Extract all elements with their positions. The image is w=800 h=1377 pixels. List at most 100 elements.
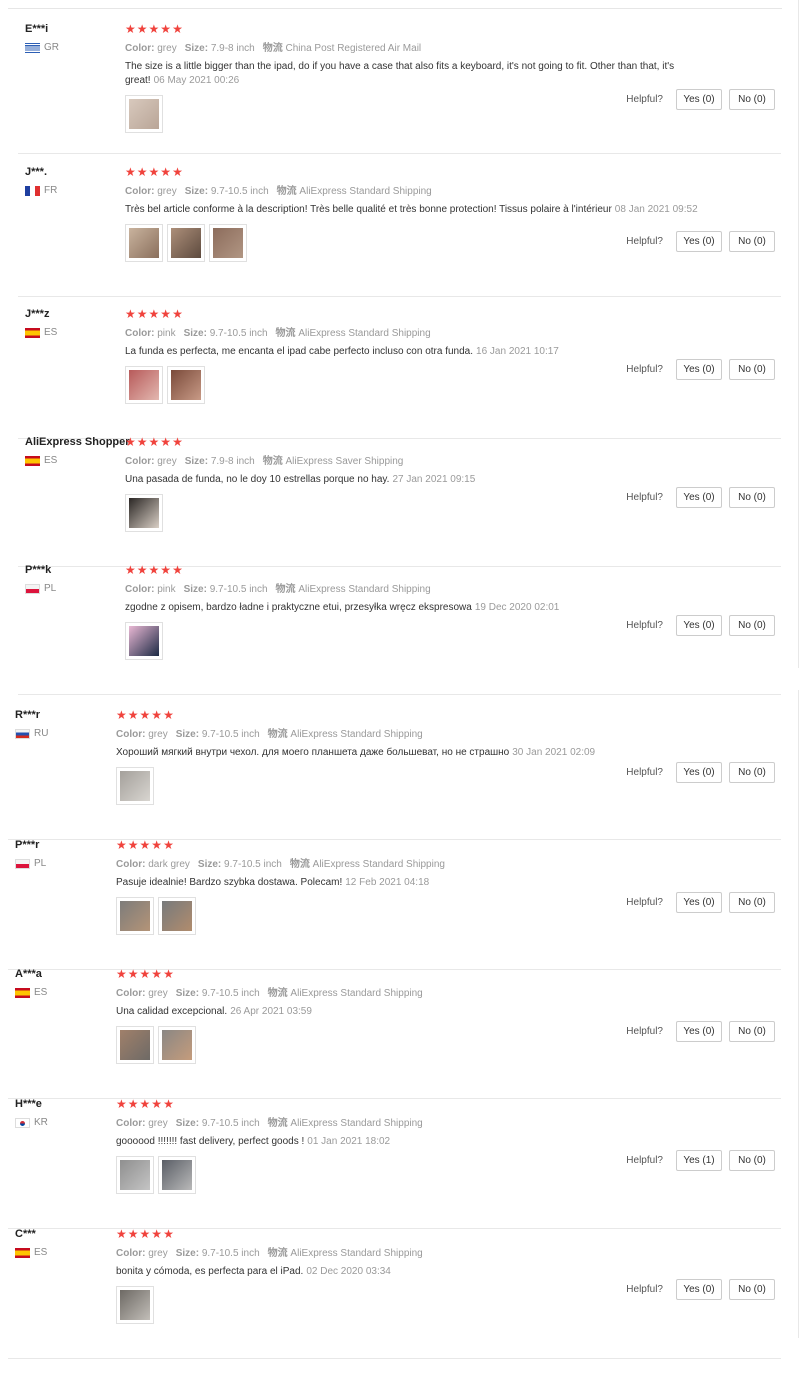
helpful-no-button[interactable]: No (0) — [729, 615, 775, 636]
review-attributes: Color: grey Size: 9.7-10.5 inch 物流 AliExpr… — [116, 987, 766, 1001]
review-text: zgodne z opisem, bardzo ładne i praktycz… — [125, 601, 700, 615]
review-photo-thumbnail[interactable] — [158, 897, 196, 935]
helpful-votes: Helpful? Yes (0) No (0) — [626, 1021, 775, 1042]
reviewer: J***. FR — [25, 165, 125, 196]
reviewer-name: R***r — [15, 709, 41, 721]
reviewer-country: RU — [15, 728, 115, 739]
review-photo-thumbnail[interactable] — [167, 224, 205, 262]
helpful-no-button[interactable]: No (0) — [729, 762, 775, 783]
color-value: grey — [148, 729, 168, 740]
star-icon: ★ — [163, 708, 175, 722]
review-photo-thumbnail[interactable] — [125, 95, 163, 133]
helpful-no-button[interactable]: No (0) — [729, 89, 775, 110]
rating-stars: ★★★★★ — [116, 967, 766, 981]
review-body: Una pasada de funda, no le doy 10 estrel… — [125, 474, 390, 485]
helpful-no-button[interactable]: No (0) — [729, 359, 775, 380]
helpful-yes-button[interactable]: Yes (0) — [676, 615, 722, 636]
shipping-label: 物流 — [276, 186, 297, 197]
review-photo-thumbnail[interactable] — [209, 224, 247, 262]
helpful-votes: Helpful? Yes (0) No (0) — [626, 615, 775, 636]
reviewer-country: FR — [25, 185, 125, 196]
review-content: ★★★★★ Color: pink Size: 9.7-10.5 inch 物流 Al… — [125, 563, 775, 660]
star-icon: ★ — [125, 435, 137, 449]
review-photo-thumbnail[interactable] — [158, 1156, 196, 1194]
helpful-yes-button[interactable]: Yes (0) — [676, 487, 722, 508]
reviewer-name: P***k — [25, 564, 52, 576]
star-icon: ★ — [172, 435, 184, 449]
helpful-votes: Helpful? Yes (0) No (0) — [626, 487, 775, 508]
helpful-no-button[interactable]: No (0) — [729, 1279, 775, 1300]
helpful-yes-button[interactable]: Yes (0) — [676, 892, 722, 913]
color-label: Color: — [125, 328, 155, 339]
review-photo-thumbnail[interactable] — [125, 622, 163, 660]
review-attributes: Color: pink Size: 9.7-10.5 inch 物流 AliExpr… — [125, 583, 775, 597]
size-label: Size: — [175, 1248, 200, 1259]
shipping-label: 物流 — [267, 1248, 288, 1259]
color-label: Color: — [116, 1248, 146, 1259]
right-border — [798, 690, 799, 1338]
rating-stars: ★★★★★ — [125, 435, 775, 449]
shipping-label: 物流 — [275, 328, 296, 339]
review-photo-thumbnail[interactable] — [116, 1156, 154, 1194]
star-icon: ★ — [116, 967, 128, 981]
helpful-no-button[interactable]: No (0) — [729, 231, 775, 252]
review-date: 19 Dec 2020 02:01 — [474, 602, 560, 613]
star-icon: ★ — [125, 563, 137, 577]
star-icon: ★ — [148, 22, 161, 36]
helpful-yes-button[interactable]: Yes (0) — [676, 1021, 722, 1042]
star-icon: ★ — [136, 165, 149, 179]
review-card: P***k PL ★★★★★ Color: pink Size: 9.7-10.5 in… — [18, 553, 781, 695]
reviewer-name: J***z — [25, 308, 50, 320]
star-icon: ★ — [151, 1097, 164, 1111]
star-icon: ★ — [116, 1227, 128, 1241]
review-photo-thumbnail[interactable] — [125, 224, 163, 262]
star-icon: ★ — [139, 838, 152, 852]
review-photo-thumbnail[interactable] — [158, 1026, 196, 1064]
review-photo-thumbnail[interactable] — [116, 897, 154, 935]
helpful-yes-button[interactable]: Yes (1) — [676, 1150, 722, 1171]
photo-image — [120, 1160, 150, 1190]
review-photo-thumbnail[interactable] — [116, 767, 154, 805]
photo-image — [171, 370, 201, 400]
helpful-no-button[interactable]: No (0) — [729, 487, 775, 508]
review-photo-thumbnail[interactable] — [116, 1026, 154, 1064]
review-photo-thumbnail[interactable] — [125, 494, 163, 532]
review-photo-thumbnail[interactable] — [116, 1286, 154, 1324]
country-flag-icon — [15, 728, 30, 739]
helpful-yes-button[interactable]: Yes (0) — [676, 359, 722, 380]
helpful-yes-button[interactable]: Yes (0) — [676, 231, 722, 252]
star-icon: ★ — [136, 563, 149, 577]
country-code: PL — [44, 583, 57, 594]
helpful-votes: Helpful? Yes (1) No (0) — [626, 1150, 775, 1171]
photo-image — [129, 626, 159, 656]
review-text: Très bel article conforme à la descripti… — [125, 203, 700, 217]
helpful-yes-button[interactable]: Yes (0) — [676, 1279, 722, 1300]
review-card: A***a ES ★★★★★ Color: grey Size: 9.7-10.5 in… — [8, 957, 781, 1099]
shipping-label: 物流 — [289, 859, 310, 870]
star-icon: ★ — [160, 165, 173, 179]
size-value: 9.7-10.5 inch — [201, 729, 260, 740]
color-value: grey — [157, 456, 177, 467]
review-photo-thumbnail[interactable] — [167, 366, 205, 404]
star-icon: ★ — [160, 435, 173, 449]
helpful-no-button[interactable]: No (0) — [729, 1021, 775, 1042]
helpful-yes-button[interactable]: Yes (0) — [676, 762, 722, 783]
shipping-method: AliExpress Standard Shipping — [299, 186, 432, 197]
country-code: KR — [34, 1117, 48, 1128]
review-card: H***e KR ★★★★★ Color: grey Size: 9.7-10.5 in… — [8, 1087, 781, 1229]
helpful-yes-button[interactable]: Yes (0) — [676, 89, 722, 110]
review-photo-thumbnail[interactable] — [125, 366, 163, 404]
size-value: 9.7-10.5 inch — [201, 988, 260, 999]
country-code: ES — [44, 327, 58, 338]
reviewer-name: A***a — [15, 968, 42, 980]
review-date: 06 May 2021 00:26 — [153, 75, 240, 86]
helpful-no-button[interactable]: No (0) — [729, 892, 775, 913]
color-value: grey — [148, 988, 168, 999]
star-icon: ★ — [116, 708, 128, 722]
reviewer: AliExpress Shopper ES — [25, 435, 130, 466]
shipping-method: China Post Registered Air Mail — [285, 43, 422, 54]
country-flag-icon — [25, 455, 40, 466]
helpful-no-button[interactable]: No (0) — [729, 1150, 775, 1171]
country-flag-icon — [15, 1247, 30, 1258]
country-flag-icon — [15, 987, 30, 998]
